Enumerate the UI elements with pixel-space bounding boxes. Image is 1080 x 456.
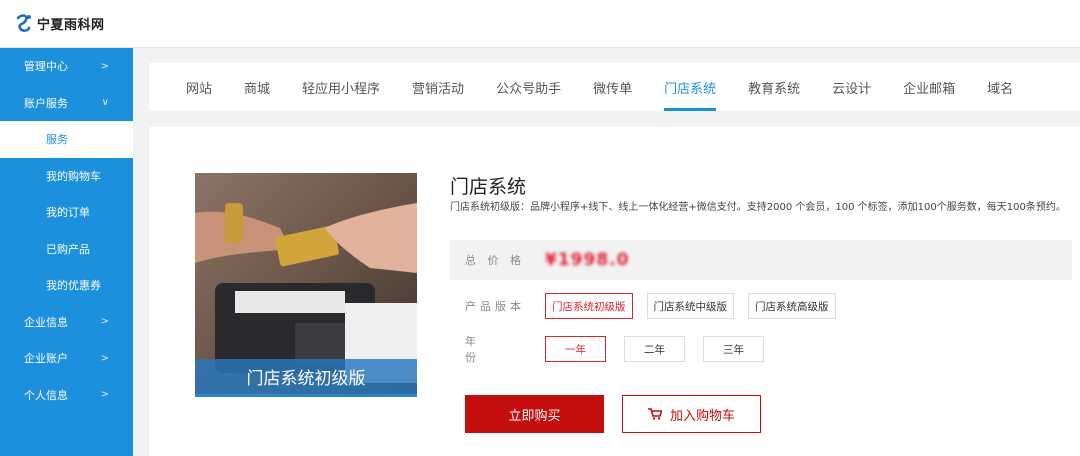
cart-icon <box>647 408 662 420</box>
year-option-2[interactable]: 二年 <box>624 336 685 362</box>
sidebar-item-my-coupons[interactable]: 我的优惠券 <box>0 267 133 304</box>
price-row: 总 价 格 ¥1998.0 <box>450 240 1072 280</box>
tab-mini-program[interactable]: 轻应用小程序 <box>302 63 380 111</box>
sidebar-item-label: 管理中心 <box>24 60 68 74</box>
chevron-right-icon: > <box>100 60 109 72</box>
tab-enterprise-mail[interactable]: 企业邮箱 <box>903 63 955 111</box>
sidebar-item-label: 个人信息 <box>24 388 68 402</box>
add-to-cart-label: 加入购物车 <box>669 407 735 423</box>
product-description: 门店系统初级版：品牌小程序+线下、线上一体化经营+微信支付。支持2000 个会员… <box>450 202 1066 213</box>
sidebar-item-label: 已购产品 <box>46 242 90 256</box>
product-title: 门店系统 <box>450 176 527 198</box>
year-option-3[interactable]: 三年 <box>703 336 764 362</box>
year-option-1[interactable]: 一年 <box>545 336 606 362</box>
brand-logo[interactable]: 宁夏雨科网 <box>14 12 105 36</box>
brand-name: 宁夏雨科网 <box>37 18 105 33</box>
sidebar-item-company-account[interactable]: 企业账户 > <box>0 340 133 377</box>
sidebar-item-label: 企业信息 <box>24 315 68 329</box>
sidebar-item-my-cart[interactable]: 我的购物车 <box>0 158 133 195</box>
tab-marketing[interactable]: 营销活动 <box>412 63 464 111</box>
sidebar-item-company-info[interactable]: 企业信息 > <box>0 304 133 341</box>
sidebar-item-label: 服务 <box>46 133 68 147</box>
sidebar-item-purchased-products[interactable]: 已购产品 <box>0 231 133 268</box>
chevron-right-icon: > <box>100 316 109 328</box>
chevron-right-icon: > <box>100 352 109 364</box>
year-row: 年 份 一年 二年 三年 <box>465 333 782 365</box>
version-option-advanced[interactable]: 门店系统高级版 <box>748 293 836 319</box>
version-option-intermediate[interactable]: 门店系统中级版 <box>646 293 734 319</box>
sidebar: 管理中心 > 账户服务 ∨ 服务 我的购物车 我的订单 已购产品 我的优惠券 企… <box>0 48 133 456</box>
product-panel: 门店系统初级版 门店系统 门店系统初级版：品牌小程序+线下、线上一体化经营+微信… <box>149 127 1080 456</box>
sidebar-item-label: 我的订单 <box>46 206 90 220</box>
price-label: 总 价 格 <box>465 254 525 267</box>
tab-mall[interactable]: 商城 <box>244 63 270 111</box>
tab-education-system[interactable]: 教育系统 <box>748 63 800 111</box>
sidebar-item-label: 企业账户 <box>24 352 68 366</box>
tab-website[interactable]: 网站 <box>186 63 212 111</box>
tab-cloud-design[interactable]: 云设计 <box>832 63 871 111</box>
sidebar-item-management-center[interactable]: 管理中心 > <box>0 48 133 85</box>
sidebar-item-personal-info[interactable]: 个人信息 > <box>0 377 133 414</box>
sidebar-item-my-orders[interactable]: 我的订单 <box>0 194 133 231</box>
sidebar-item-label: 我的购物车 <box>46 169 101 183</box>
brand-logo-icon <box>16 13 31 32</box>
sidebar-item-label: 账户服务 <box>24 96 68 110</box>
tab-official-account[interactable]: 公众号助手 <box>496 63 561 111</box>
sidebar-item-services[interactable]: 服务 <box>0 121 133 158</box>
version-label: 产品版本 <box>465 300 525 313</box>
year-label: 年 份 <box>465 335 496 364</box>
buy-now-button[interactable]: 立即购买 <box>465 395 604 433</box>
version-option-basic[interactable]: 门店系统初级版 <box>545 293 633 319</box>
version-row: 产品版本 门店系统初级版 门店系统中级版 门店系统高级版 <box>465 293 850 319</box>
chevron-right-icon: > <box>100 389 109 401</box>
top-bar: 宁夏雨科网 <box>0 0 1080 48</box>
price-value: ¥1998.0 <box>545 250 630 270</box>
add-to-cart-button[interactable]: 加入购物车 <box>622 395 761 433</box>
tab-domain[interactable]: 域名 <box>987 63 1013 111</box>
product-tabs: 网站 商城 轻应用小程序 营销活动 公众号助手 微传单 门店系统 教育系统 云设… <box>149 63 1080 111</box>
product-image-caption: 门店系统初级版 <box>195 359 417 397</box>
tab-store-system[interactable]: 门店系统 <box>664 63 717 111</box>
product-image: 门店系统初级版 <box>195 173 417 397</box>
tab-micro-flyer[interactable]: 微传单 <box>593 63 632 111</box>
chevron-down-icon: ∨ <box>101 97 109 109</box>
sidebar-item-account-services[interactable]: 账户服务 ∨ <box>0 85 133 122</box>
sidebar-item-label: 我的优惠券 <box>46 279 101 293</box>
